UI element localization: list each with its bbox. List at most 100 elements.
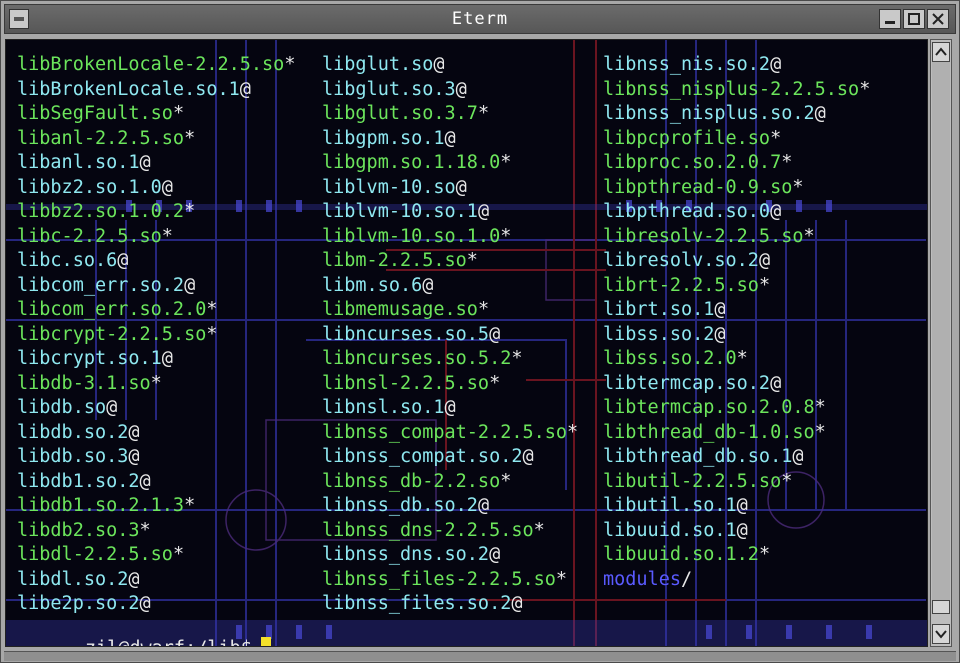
file-name: libnss_compat-2.2.5.so — [322, 421, 568, 443]
file-name: libnss_files-2.2.5.so — [322, 568, 556, 590]
title-bar[interactable]: Eterm — [4, 4, 956, 34]
file-name: libdb.so.2 — [17, 421, 129, 443]
file-type-suffix: * — [814, 397, 826, 418]
file-type-suffix: * — [466, 250, 478, 271]
file-entry: libdb1.so.2@ — [17, 470, 295, 495]
file-name: libpcprofile.so — [603, 127, 771, 149]
file-type-suffix: * — [206, 299, 218, 320]
maximize-button[interactable] — [903, 9, 925, 29]
file-type-suffix: * — [511, 348, 523, 369]
file-entry: libm-2.2.5.so* — [322, 249, 578, 274]
file-type-suffix: @ — [792, 446, 804, 467]
file-entry: libc.so.6@ — [17, 249, 295, 274]
file-entry: libdb.so.3@ — [17, 445, 295, 470]
file-type-suffix: @ — [239, 78, 251, 100]
file-entry: libnss_nisplus-2.2.5.so* — [603, 78, 870, 103]
file-entry: modules/ — [603, 568, 870, 593]
file-name: librt.so.1 — [603, 299, 715, 320]
file-entry: libnss_nis.so.2@ — [603, 53, 870, 78]
file-type-suffix: * — [758, 544, 771, 565]
file-name: libproc.so.2.0.7 — [603, 152, 782, 173]
file-name: libanl.so.1 — [17, 152, 140, 173]
eterm-window: Eterm libBrokenLocale-2.2.5.so* libBroke… — [0, 0, 960, 663]
file-name: libnsl.so.1 — [322, 397, 445, 418]
file-type-suffix: / — [680, 568, 693, 590]
file-name: libtermcap.so.2.0.8 — [603, 397, 815, 418]
minimize-icon — [885, 21, 895, 24]
file-entry: libdb2.so.3* — [17, 519, 295, 544]
file-name: libgpm.so.1.18.0 — [322, 152, 501, 173]
file-name: libm.so.6 — [322, 274, 423, 296]
file-type-suffix: @ — [161, 348, 173, 369]
file-type-suffix: * — [758, 274, 771, 296]
terminal-area[interactable]: libBrokenLocale-2.2.5.so* libBrokenLocale… — [5, 39, 928, 647]
file-type-suffix: * — [477, 103, 490, 124]
file-name: libnss_dns-2.2.5.so — [322, 519, 534, 541]
file-name: libm-2.2.5.so — [322, 250, 467, 271]
file-entry: libthread_db-1.0.so* — [603, 421, 870, 446]
file-name: libthread_db.so.1 — [603, 446, 793, 467]
text-cursor — [260, 637, 271, 646]
down-arrow-icon — [935, 630, 947, 639]
file-entry: libnss_compat-2.2.5.so* — [322, 421, 578, 446]
file-name: libcrypt-2.2.5.so — [17, 323, 207, 345]
file-entry: libanl-2.2.5.so* — [17, 127, 295, 152]
window-title: Eterm — [451, 9, 509, 29]
minimize-button[interactable] — [879, 9, 901, 29]
file-name: libcom_err.so.2.0 — [17, 299, 207, 320]
scrollbar-track[interactable] — [932, 62, 950, 604]
file-type-suffix: @ — [422, 274, 434, 296]
file-entry: libnss_files-2.2.5.so* — [322, 568, 578, 593]
file-type-suffix: * — [139, 519, 151, 541]
file-entry: libncurses.so.5@ — [322, 323, 578, 348]
file-name: libnss_compat.so.2 — [322, 446, 523, 467]
file-name: libBrokenLocale.so.1 — [17, 78, 240, 100]
file-name: libncurses.so.5.2 — [322, 348, 512, 369]
file-type-suffix: * — [859, 78, 871, 100]
file-type-suffix: * — [284, 54, 296, 75]
shell-prompt-line[interactable]: zil@dwarf:/lib$ — [18, 616, 271, 646]
listing-column-1: libBrokenLocale-2.2.5.so* libBrokenLocale… — [17, 53, 295, 617]
file-entry: libSegFault.so* — [17, 102, 295, 127]
scrollbar[interactable] — [930, 39, 952, 647]
file-type-suffix: * — [150, 372, 162, 394]
file-name: libncurses.so.5 — [322, 323, 490, 345]
file-type-suffix: @ — [444, 127, 456, 149]
scroll-down-button[interactable] — [932, 624, 950, 644]
file-name: libss.so.2.0 — [603, 348, 737, 369]
scroll-up-button[interactable] — [932, 42, 950, 62]
file-name: libresolv-2.2.5.so — [603, 225, 804, 247]
file-type-suffix: @ — [511, 593, 523, 614]
close-icon — [932, 13, 944, 25]
file-entry: liblvm-10.so@ — [322, 176, 578, 201]
file-name: libnss_nis.so.2 — [603, 54, 771, 75]
file-name: libnss_db.so.2 — [322, 495, 478, 516]
file-entry: libuuid.so.1.2* — [603, 543, 870, 568]
file-type-suffix: * — [567, 421, 579, 443]
file-type-suffix: * — [814, 421, 826, 443]
scrollbar-thumb[interactable] — [932, 600, 950, 614]
file-name: libe2p.so.2 — [17, 593, 140, 614]
file-entry: libcom_err.so.2.0* — [17, 298, 295, 323]
file-entry: libe2p.so.2@ — [17, 592, 295, 617]
file-entry: libmemusage.so* — [322, 298, 578, 323]
file-entry: libgpm.so.1@ — [322, 127, 578, 152]
file-type-suffix: @ — [489, 323, 501, 345]
file-name: libc.so.6 — [17, 250, 118, 271]
file-entry: libnsl-2.2.5.so* — [322, 372, 578, 397]
file-type-suffix: * — [792, 176, 804, 198]
file-entry: libgpm.so.1.18.0* — [322, 151, 578, 176]
listing-column-2: libglut.so@ libglut.so.3@ libglut.so.3.7* l… — [322, 53, 578, 617]
file-name: libdl.so.2 — [17, 568, 129, 590]
file-type-suffix: * — [555, 568, 568, 590]
file-entry: libdl-2.2.5.so* — [17, 543, 295, 568]
file-type-suffix: @ — [139, 593, 151, 614]
file-entry: libthread_db.so.1@ — [603, 445, 870, 470]
file-entry: libnss_dns.so.2@ — [322, 543, 578, 568]
close-button[interactable] — [927, 9, 949, 29]
file-name: libuuid.so.1 — [603, 519, 737, 541]
file-type-suffix: @ — [770, 54, 782, 75]
file-type-suffix: * — [172, 103, 185, 124]
file-type-suffix: @ — [736, 495, 748, 516]
file-entry: libBrokenLocale.so.1@ — [17, 78, 295, 103]
